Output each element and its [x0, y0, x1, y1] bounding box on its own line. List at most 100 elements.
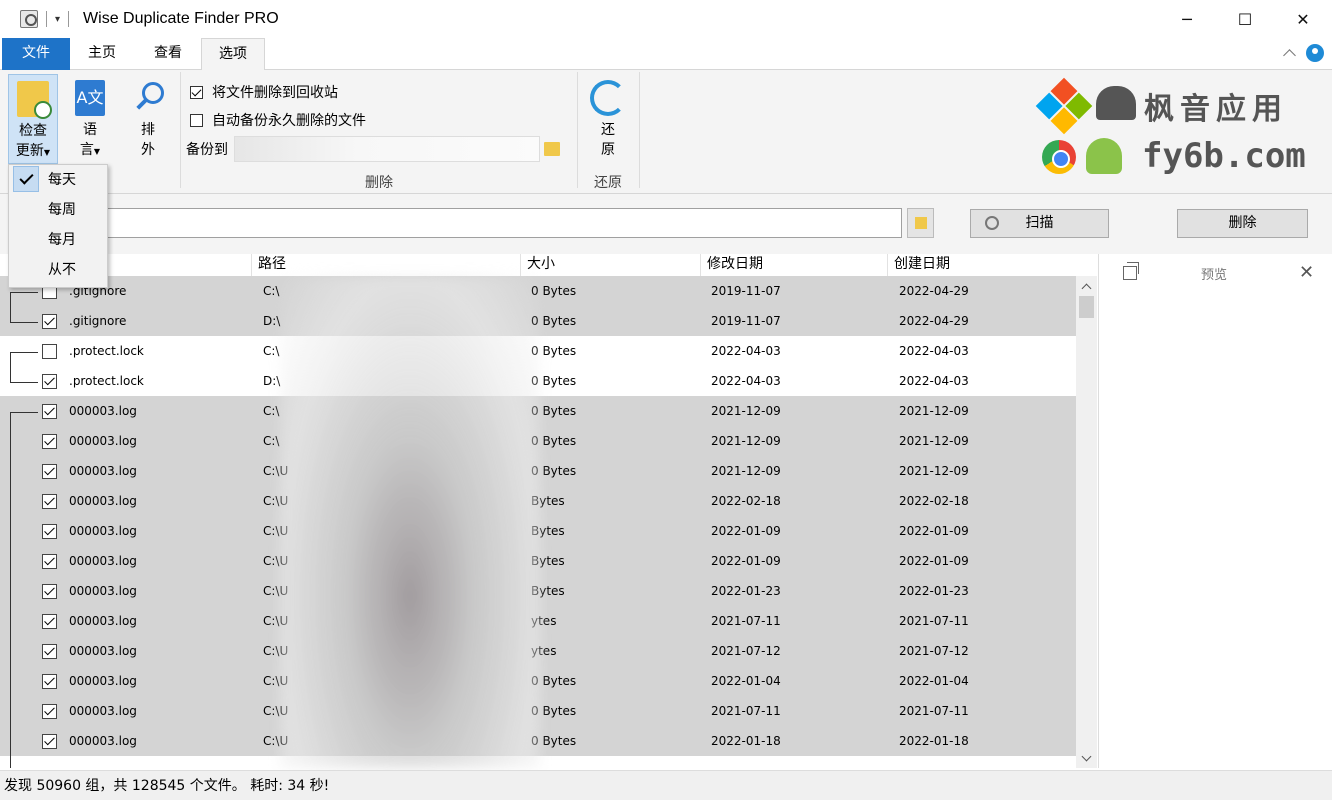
- file-path: C:\: [263, 344, 280, 358]
- table-row[interactable]: 000003.log C:\U Bytes 2022-01-09 2022-01-09: [0, 546, 1076, 576]
- row-checkbox[interactable]: [42, 524, 57, 539]
- column-size[interactable]: 大小: [520, 254, 700, 276]
- file-path: C:\U: [263, 524, 289, 538]
- menu-item-daily[interactable]: 每天: [9, 165, 107, 195]
- row-checkbox[interactable]: [42, 404, 57, 419]
- window-title: Wise Duplicate Finder PRO: [83, 10, 279, 27]
- tab-home[interactable]: 主页: [74, 38, 130, 70]
- tab-view[interactable]: 查看: [140, 38, 196, 70]
- modified-date: 2022-01-23: [711, 584, 781, 598]
- language-label: 语: [83, 122, 97, 138]
- file-path: C:\U: [263, 644, 289, 658]
- title-bar: ▾ Wise Duplicate Finder PRO ─ ☐ ✕: [0, 0, 1332, 38]
- row-checkbox[interactable]: [42, 314, 57, 329]
- vertical-scrollbar[interactable]: [1076, 276, 1097, 768]
- file-name: 000003.log: [69, 404, 137, 418]
- scroll-thumb[interactable]: [1079, 296, 1094, 318]
- file-size: Bytes: [531, 494, 565, 508]
- close-button[interactable]: ✕: [1274, 0, 1332, 38]
- table-row[interactable]: 000003.log C:\U Bytes 2022-02-18 2022-02-18: [0, 486, 1076, 516]
- scan-button[interactable]: 扫描: [970, 209, 1109, 238]
- table-row[interactable]: .protect.lock D:\ 0 Bytes 2022-04-03 2022-04…: [0, 366, 1076, 396]
- file-path: C:\U: [263, 584, 289, 598]
- tab-options[interactable]: 选项: [201, 38, 265, 71]
- row-checkbox[interactable]: [42, 614, 57, 629]
- table-row[interactable]: .protect.lock C:\ 0 Bytes 2022-04-03 2022-04…: [0, 336, 1076, 366]
- file-name: .protect.lock: [69, 374, 144, 388]
- delete-to-recycle-checkbox[interactable]: [190, 85, 203, 99]
- menu-item-never[interactable]: 从不: [9, 255, 107, 285]
- language-button[interactable]: A文 语 言▼: [68, 74, 112, 162]
- menu-item-weekly[interactable]: 每周: [9, 195, 107, 225]
- modified-date: 2021-07-11: [711, 614, 781, 628]
- table-row[interactable]: 000003.log C:\U Bytes 2022-01-09 2022-01-09: [0, 516, 1076, 546]
- tree-connector: [10, 412, 11, 768]
- table-row[interactable]: 000003.log C:\ 0 Bytes 2021-12-09 2021-12-09: [0, 426, 1076, 456]
- file-name: .protect.lock: [69, 344, 144, 358]
- table-row[interactable]: 000003.log C:\U 0 Bytes 2021-12-09 2021-12-0…: [0, 456, 1076, 486]
- scroll-up-icon[interactable]: [1080, 281, 1092, 293]
- collapse-ribbon-icon[interactable]: [1282, 46, 1296, 60]
- modified-date: 2022-04-03: [711, 344, 781, 358]
- exclude-button[interactable]: 排 外: [120, 74, 176, 160]
- file-name: 000003.log: [69, 674, 137, 688]
- restore-button[interactable]: 还 原: [584, 74, 632, 160]
- column-path[interactable]: 路径: [251, 254, 521, 276]
- minimize-button[interactable]: ─: [1158, 0, 1216, 38]
- menu-item-monthly[interactable]: 每月: [9, 225, 107, 255]
- app-icon[interactable]: [20, 10, 38, 28]
- row-checkbox[interactable]: [42, 554, 57, 569]
- table-row[interactable]: 000003.log C:\U 0 Bytes 2022-01-04 2022-01-0…: [0, 666, 1076, 696]
- table-row[interactable]: 000003.log C:\U ytes 2021-07-12 2021-07-12: [0, 636, 1076, 666]
- file-name: 000003.log: [69, 584, 137, 598]
- table-row[interactable]: 000003.log C:\U 0 Bytes 2022-01-18 2022-01-1…: [0, 726, 1076, 756]
- row-checkbox[interactable]: [42, 704, 57, 719]
- tree-connector: [10, 292, 38, 293]
- table-row[interactable]: 000003.log C:\U 0 Bytes 2021-07-11 2021-07-1…: [0, 696, 1076, 726]
- copy-icon[interactable]: [1123, 262, 1139, 280]
- delete-group-label: 删除: [365, 175, 393, 191]
- check-update-label: 检查: [19, 123, 47, 139]
- backup-path-input[interactable]: [234, 136, 540, 162]
- row-checkbox[interactable]: [42, 584, 57, 599]
- tab-file[interactable]: 文件: [2, 38, 70, 70]
- auto-backup-checkbox[interactable]: [190, 113, 203, 127]
- table-row[interactable]: 000003.log C:\U Bytes 2022-01-23 2022-01-23: [0, 576, 1076, 606]
- row-checkbox[interactable]: [42, 464, 57, 479]
- tree-connector: [10, 382, 38, 383]
- row-checkbox[interactable]: [42, 344, 57, 359]
- apple-logo-icon: [1096, 86, 1136, 120]
- row-checkbox[interactable]: [42, 734, 57, 749]
- exclude-label-2: 外: [141, 142, 155, 158]
- logo-url: fy6b.com: [1142, 136, 1306, 176]
- row-checkbox[interactable]: [42, 374, 57, 389]
- column-created[interactable]: 创建日期: [887, 254, 1076, 276]
- file-name: 000003.log: [69, 644, 137, 658]
- folder-icon[interactable]: [544, 142, 560, 156]
- file-path: C:\U: [263, 554, 289, 568]
- delete-button[interactable]: 删除: [1177, 209, 1308, 238]
- table-row[interactable]: .gitignore D:\ 0 Bytes 2019-11-07 2022-04-29: [0, 306, 1076, 336]
- check-update-button[interactable]: 检查 更新▼: [8, 74, 58, 164]
- row-checkbox[interactable]: [42, 644, 57, 659]
- column-modified[interactable]: 修改日期: [700, 254, 888, 276]
- table-row[interactable]: .gitignore C:\ 0 Bytes 2019-11-07 2022-04-29: [0, 276, 1076, 306]
- row-checkbox[interactable]: [42, 674, 57, 689]
- created-date: 2021-07-12: [899, 644, 969, 658]
- close-icon[interactable]: ✕: [1299, 262, 1314, 283]
- table-row[interactable]: 000003.log C:\U ytes 2021-07-11 2021-07-11: [0, 606, 1076, 636]
- file-size: ytes: [531, 644, 557, 658]
- quick-access-dropdown[interactable]: ▾: [55, 14, 60, 25]
- table-row[interactable]: 000003.log C:\ 0 Bytes 2021-12-09 2021-12-09: [0, 396, 1076, 426]
- scan-path-input[interactable]: [106, 208, 902, 238]
- auto-backup-option[interactable]: 自动备份永久删除的文件: [190, 110, 366, 130]
- maximize-button[interactable]: ☐: [1216, 0, 1274, 38]
- row-checkbox[interactable]: [42, 434, 57, 449]
- file-size: 0 Bytes: [531, 374, 577, 388]
- browse-folder-button[interactable]: [907, 208, 934, 238]
- delete-to-recycle-option[interactable]: 将文件删除到回收站: [190, 82, 338, 102]
- scroll-down-icon[interactable]: [1080, 752, 1092, 764]
- account-icon[interactable]: [1306, 44, 1324, 62]
- row-checkbox[interactable]: [42, 494, 57, 509]
- menu-item-label: 每天: [48, 172, 76, 188]
